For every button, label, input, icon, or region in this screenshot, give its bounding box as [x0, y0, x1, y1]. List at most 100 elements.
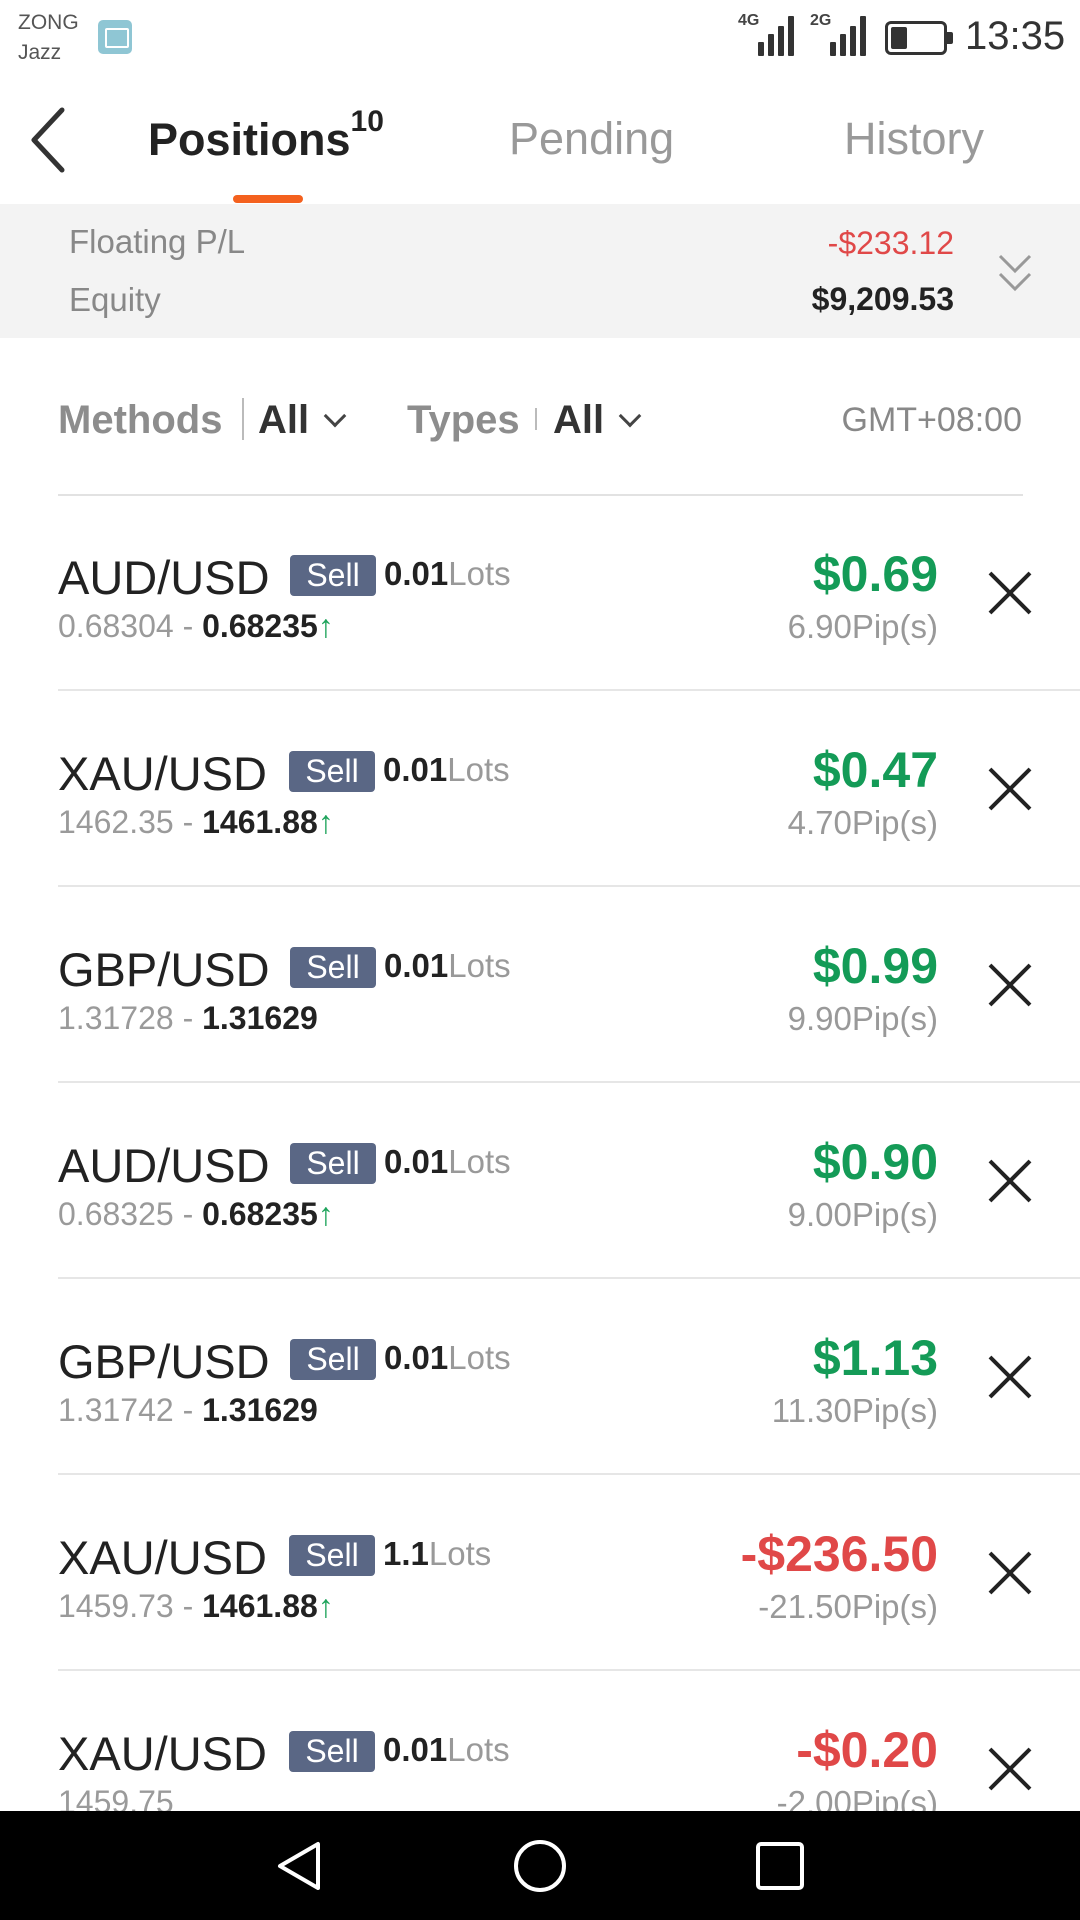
sell-badge: Sell	[290, 947, 376, 988]
arrow-up-icon: ↑	[317, 804, 334, 840]
profit-loss: $1.13	[812, 1330, 938, 1386]
methods-label: Methods	[58, 398, 223, 442]
sell-badge: Sell	[289, 751, 375, 792]
circle-home-icon	[514, 1840, 566, 1892]
back-button[interactable]	[20, 100, 80, 180]
tab-history[interactable]: History	[844, 113, 984, 165]
profit-loss: $0.47	[812, 742, 938, 798]
pips: -2.00Pip(s)	[776, 1784, 938, 1811]
position-row[interactable]: AUD/USD Sell 0.01Lots 0.68304 - 0.68235↑…	[0, 495, 1080, 691]
profit-loss: $0.99	[812, 938, 938, 994]
symbol: GBP/USD	[58, 1335, 270, 1388]
close-position-button[interactable]	[982, 1741, 1038, 1797]
position-row[interactable]: GBP/USD Sell 0.01Lots 1.31742 - 1.31629 …	[0, 1279, 1080, 1475]
open-price: 0.68304	[58, 608, 174, 644]
pips: 9.90Pip(s)	[787, 1000, 938, 1037]
equity-label: Equity	[69, 281, 161, 318]
tab-pending[interactable]: Pending	[509, 113, 674, 165]
profit-loss: $0.90	[812, 1134, 938, 1190]
current-price: 1.31629	[202, 1392, 318, 1428]
close-position-button[interactable]	[982, 1545, 1038, 1601]
position-row[interactable]: XAU/USD Sell 1.1Lots 1459.73 - 1461.88↑ …	[0, 1475, 1080, 1671]
close-icon	[988, 767, 1032, 811]
close-position-button[interactable]	[982, 1153, 1038, 1209]
lots-value: 0.01	[384, 555, 449, 592]
methods-dropdown[interactable]: All	[258, 398, 347, 443]
tab-positions[interactable]: Positions10	[148, 105, 384, 166]
symbol: XAU/USD	[58, 747, 267, 800]
square-recents-icon	[756, 1842, 804, 1890]
lots-value: 0.01	[383, 751, 448, 788]
lots-unit: Lots	[448, 1143, 511, 1180]
chevron-left-icon	[31, 107, 65, 173]
open-price: 1459.73	[58, 1588, 174, 1624]
sell-badge: Sell	[289, 1535, 375, 1576]
position-row[interactable]: AUD/USD Sell 0.01Lots 0.68325 - 0.68235↑…	[0, 1083, 1080, 1279]
floating-pl-label: Floating P/L	[69, 223, 246, 260]
chevron-down-icon	[618, 404, 642, 428]
lots-value: 0.01	[384, 1143, 449, 1180]
methods-value: All	[258, 398, 310, 442]
sell-badge: Sell	[289, 1731, 375, 1772]
open-price: 1459.75	[58, 1784, 174, 1811]
double-chevron-down-icon	[998, 254, 1032, 292]
current-price: 0.68235	[202, 608, 318, 644]
price-range: 1459.75	[58, 1784, 174, 1811]
equity-value: $9,209.53	[811, 281, 954, 317]
nav-back-button[interactable]	[270, 1836, 330, 1896]
lots: 1.1Lots	[383, 1535, 491, 1573]
types-dropdown[interactable]: All	[553, 398, 642, 443]
price-separator: -	[173, 1196, 203, 1232]
current-price: 0.68235	[202, 1196, 318, 1232]
lots-unit: Lots	[448, 1339, 511, 1376]
signal-4g-label: 4G	[738, 12, 760, 29]
position-row[interactable]: XAU/USD Sell 0.01Lots 1462.35 - 1461.88↑…	[0, 691, 1080, 887]
lots-value: 0.01	[383, 1731, 448, 1768]
close-position-button[interactable]	[982, 565, 1038, 621]
expand-summary-button[interactable]	[990, 244, 1040, 304]
lots: 0.01Lots	[384, 1339, 511, 1377]
lots-unit: Lots	[448, 555, 511, 592]
methods-separator	[242, 398, 244, 440]
lots-value: 1.1	[383, 1535, 429, 1572]
system-nav-bar	[0, 1811, 1080, 1920]
lots-value: 0.01	[384, 947, 449, 984]
nav-home-button[interactable]	[510, 1836, 570, 1896]
battery-icon	[885, 21, 953, 55]
symbol: AUD/USD	[58, 551, 270, 604]
close-icon	[988, 1747, 1032, 1791]
nav-recents-button[interactable]	[750, 1836, 810, 1896]
account-summary: Floating P/L Equity -$233.12 $9,209.53	[0, 204, 1080, 338]
symbol: XAU/USD	[58, 1727, 267, 1780]
types-value: All	[553, 398, 605, 442]
price-range: 1459.73 - 1461.88↑	[58, 1588, 334, 1625]
profit-loss: $0.69	[812, 546, 938, 602]
header: Positions10 Pending History	[0, 75, 1080, 205]
position-row[interactable]: GBP/USD Sell 0.01Lots 1.31728 - 1.31629 …	[0, 887, 1080, 1083]
positions-count-badge: 10	[350, 105, 384, 138]
price-separator: -	[173, 1000, 203, 1036]
pips: -21.50Pip(s)	[758, 1588, 938, 1625]
lots-unit: Lots	[447, 1731, 510, 1768]
filter-bar: Methods All Types All GMT+08:00	[0, 338, 1080, 496]
tab-history-label: History	[844, 113, 985, 164]
carrier-line1: ZONG	[18, 11, 79, 34]
close-position-button[interactable]	[982, 761, 1038, 817]
profit-loss: -$236.50	[740, 1526, 938, 1582]
lots-unit: Lots	[447, 751, 510, 788]
close-icon	[988, 571, 1032, 615]
close-position-button[interactable]	[982, 1349, 1038, 1405]
open-price: 0.68325	[58, 1196, 174, 1232]
price-range: 1.31742 - 1.31629	[58, 1392, 318, 1429]
open-price: 1.31742	[58, 1392, 174, 1428]
close-icon	[988, 1355, 1032, 1399]
position-row[interactable]: XAU/USD Sell 0.01Lots 1459.75 -$0.20 -2.…	[0, 1671, 1080, 1811]
price-range: 1462.35 - 1461.88↑	[58, 804, 334, 841]
close-position-button[interactable]	[982, 957, 1038, 1013]
close-icon	[988, 1159, 1032, 1203]
lots: 0.01Lots	[384, 947, 511, 985]
symbol: AUD/USD	[58, 1139, 270, 1192]
lots-unit: Lots	[428, 1535, 492, 1572]
gallery-notification-icon	[98, 20, 132, 54]
close-icon	[988, 1551, 1032, 1595]
